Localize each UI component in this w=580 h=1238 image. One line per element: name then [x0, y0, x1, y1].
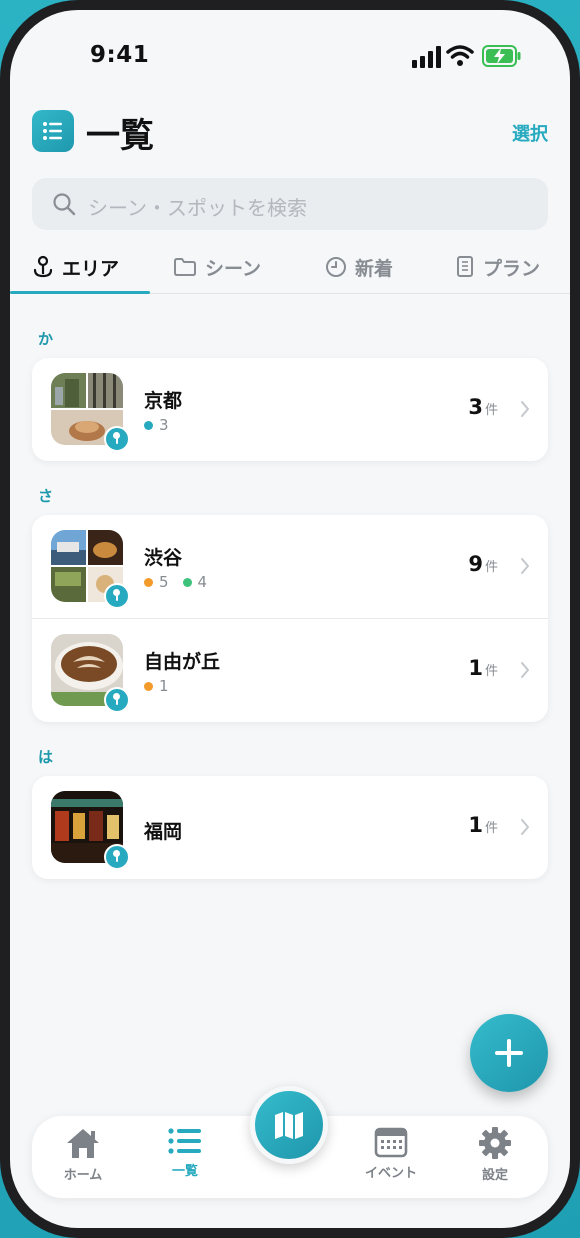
list-icon	[32, 110, 74, 152]
battery-charging-icon	[482, 45, 521, 67]
tab-plan[interactable]: プラン	[455, 250, 540, 284]
status-dot	[144, 577, 153, 587]
tabbar-item-list[interactable]: 一覧	[140, 1126, 230, 1179]
area-card: 京都 3 3 件	[32, 358, 548, 461]
clock-icon	[326, 257, 346, 277]
screen: 9:41 一覧 選択 シーン・スポットを検索 エリア シーン 新着 プラン か …	[10, 10, 570, 1228]
tabbar-label: 設定	[481, 1168, 508, 1183]
tabbar-label: ホーム	[63, 1168, 103, 1183]
area-row-fukuoka[interactable]: 福岡 1 件	[32, 776, 548, 879]
status-bar: 9:41	[10, 10, 570, 100]
chevron-right-icon	[521, 819, 529, 835]
page-title: 一覧	[86, 116, 154, 156]
search-placeholder: シーン・スポットを検索	[88, 196, 307, 220]
area-row-jiyugaoka[interactable]: 自由が丘 1 1 件	[32, 619, 548, 722]
list-icon	[168, 1128, 201, 1154]
item-count: 1 件	[468, 656, 498, 680]
spot-count: 5	[159, 573, 169, 591]
map-pin-badge-icon	[104, 687, 130, 713]
item-count-unit: 件	[484, 403, 498, 418]
select-button[interactable]: 選択	[512, 120, 548, 146]
tab-area[interactable]: エリア	[32, 250, 119, 284]
home-icon	[67, 1129, 99, 1158]
spot-count: 3	[159, 416, 169, 434]
item-count: 3 件	[468, 395, 498, 419]
spot-count-item: 4	[182, 573, 208, 591]
tabbar-label: 一覧	[171, 1164, 198, 1179]
item-count-number: 3	[468, 395, 483, 419]
tabbar-item-settings[interactable]: 設定	[450, 1126, 540, 1183]
item-count: 9 件	[468, 552, 498, 576]
folder-icon	[174, 258, 196, 276]
spot-counts: 5 4	[144, 573, 207, 591]
map-button[interactable]	[250, 1086, 328, 1164]
area-card: 渋谷 5 4 9 件 自由が丘 1 1 件	[32, 515, 548, 722]
spot-count: 1	[159, 677, 169, 695]
tab-label: 新着	[355, 257, 394, 280]
cellular-signal-icon	[412, 46, 441, 68]
spot-count-item: 1	[144, 677, 169, 695]
item-count-number: 9	[468, 552, 483, 576]
status-dot	[144, 420, 153, 430]
tabbar-item-home[interactable]: ホーム	[38, 1126, 128, 1183]
item-count-number: 1	[468, 656, 483, 680]
map-pin-badge-icon	[104, 426, 130, 452]
gear-icon	[479, 1127, 511, 1159]
tab-label: シーン	[205, 257, 262, 280]
item-count-unit: 件	[484, 560, 498, 575]
status-dot	[144, 681, 153, 691]
status-dot	[182, 577, 192, 587]
tab-scene[interactable]: シーン	[173, 250, 261, 284]
header: 一覧 選択	[32, 110, 548, 156]
area-row-shibuya[interactable]: 渋谷 5 4 9 件	[32, 515, 548, 618]
tab-label: エリア	[62, 257, 120, 280]
search-icon	[53, 193, 76, 216]
area-name: 京都	[144, 390, 183, 412]
active-tab-indicator	[10, 291, 150, 294]
tab-new[interactable]: 新着	[325, 250, 393, 284]
area-name: 渋谷	[144, 547, 183, 569]
spot-count-item: 5	[144, 573, 169, 591]
tabbar-label: イベント	[364, 1166, 417, 1181]
item-count: 1 件	[468, 813, 498, 837]
chevron-right-icon	[521, 558, 529, 574]
status-time: 9:41	[90, 42, 150, 68]
wifi-icon	[446, 45, 474, 66]
spot-count: 4	[197, 573, 208, 591]
section-header: か	[38, 330, 54, 348]
chevron-right-icon	[521, 401, 529, 417]
calendar-icon	[374, 1127, 408, 1158]
spot-counts: 3	[144, 416, 169, 434]
spot-count-item: 3	[144, 416, 169, 434]
section-header: は	[38, 748, 54, 766]
item-count-unit: 件	[484, 664, 498, 679]
map-pin-badge-icon	[104, 583, 130, 609]
map-icon	[275, 1112, 303, 1139]
item-count-number: 1	[468, 813, 483, 837]
chevron-right-icon	[521, 662, 529, 678]
map-pin-badge-icon	[104, 844, 130, 870]
anchor-pin-icon	[33, 255, 53, 278]
add-button[interactable]	[470, 1014, 548, 1092]
item-count-unit: 件	[484, 821, 498, 836]
spot-counts: 1	[144, 677, 169, 695]
segment-tabs: エリア シーン 新着 プラン	[10, 244, 570, 294]
tab-label: プラン	[483, 257, 541, 280]
tabbar-item-event[interactable]: イベント	[346, 1126, 436, 1181]
area-name: 自由が丘	[144, 651, 221, 673]
document-icon	[457, 256, 473, 277]
area-row-kyoto[interactable]: 京都 3 3 件	[32, 358, 548, 461]
area-card: 福岡 1 件	[32, 776, 548, 879]
section-header: さ	[38, 487, 54, 505]
area-name: 福岡	[144, 821, 183, 843]
search-input[interactable]: シーン・スポットを検索	[32, 178, 548, 230]
